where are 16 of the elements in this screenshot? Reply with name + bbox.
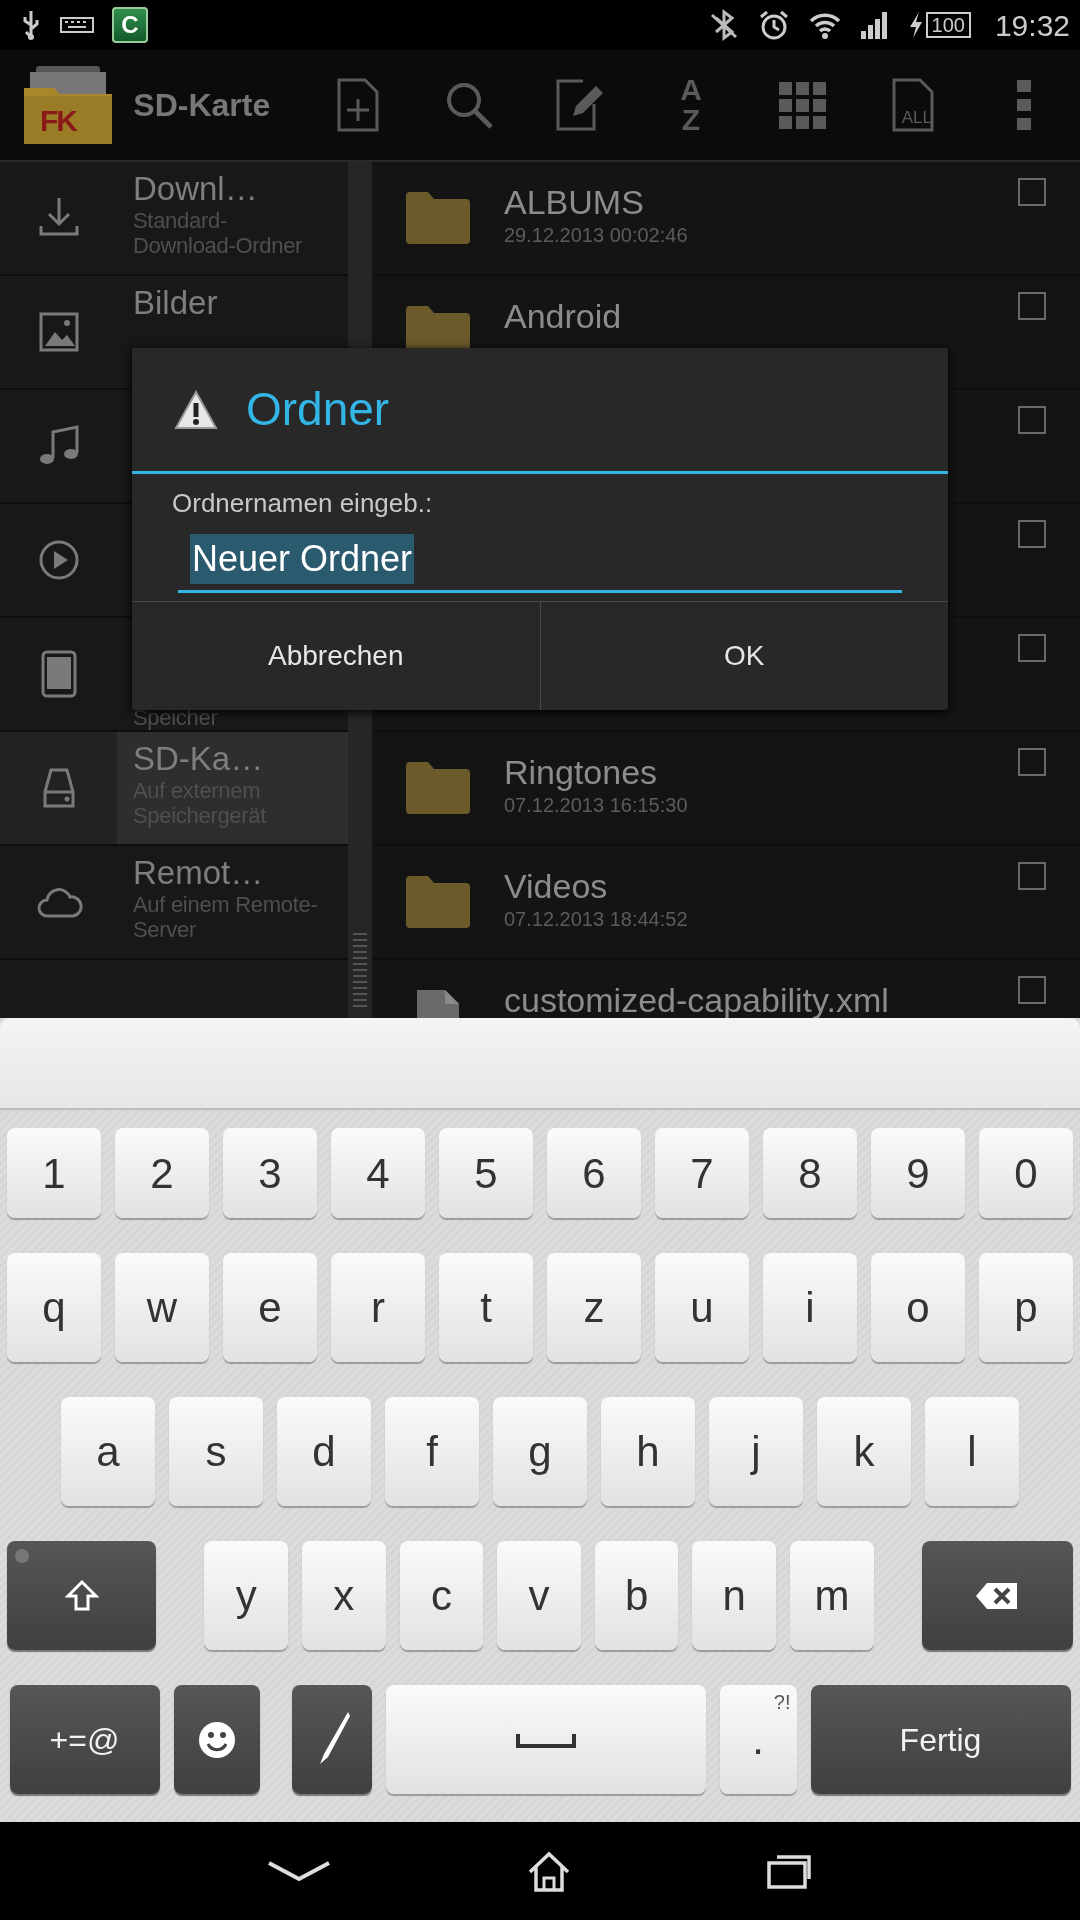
file-name: Ringtones [504,752,659,792]
file-name: Videos [504,866,609,906]
field-label: Ordnernamen eingeb.: [171,487,434,520]
clock-time: 19:32 [994,7,1070,44]
file-name: Android [504,296,623,336]
file-date: 07.12.2013 18:44:52 [504,907,689,932]
item-title: Bilder [133,284,219,322]
app-icon: C [121,13,139,37]
item-title: Downl… [133,170,259,208]
file-date: 29.12.2013 00:02:46 [504,223,689,248]
item-title: Remot… [133,854,265,892]
screen-title: SD-Karte [133,86,272,125]
file-name: ALBUMS [504,182,645,222]
item-title: SD-Ka… [133,740,265,778]
battery-level: 100 [925,12,971,38]
file-date: 07.12.2013 16:15:30 [504,793,689,818]
